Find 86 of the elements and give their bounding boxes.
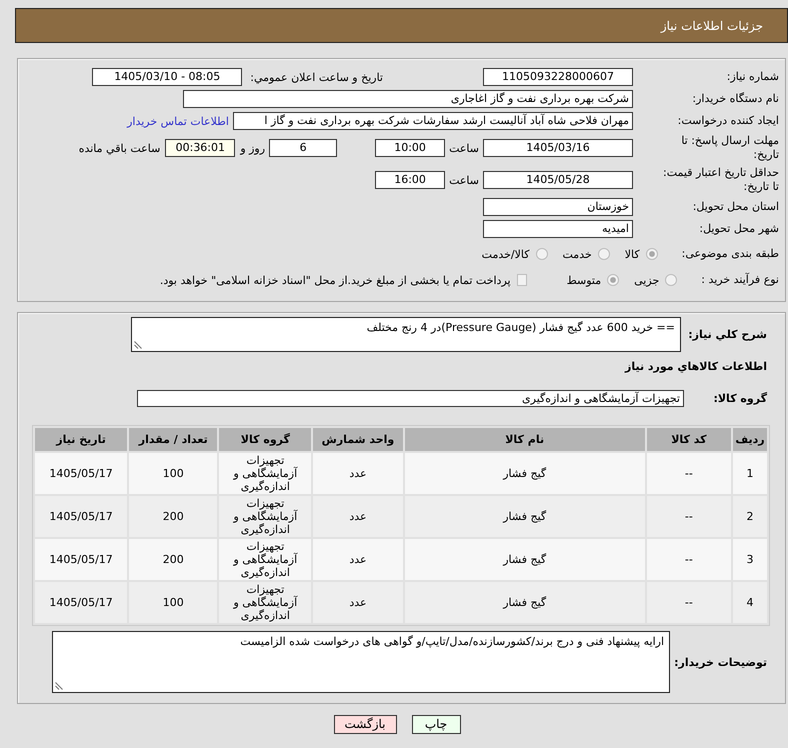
text-field[interactable]: 1405/03/10 - 08:05	[92, 68, 242, 86]
table-cell: --	[646, 453, 731, 494]
text-field[interactable]: 00:36:01	[165, 139, 236, 157]
resize-grip-icon[interactable]	[55, 682, 63, 690]
field-label: طبقه بندی موضوعی:	[682, 247, 779, 261]
text-field[interactable]: 1405/05/28	[483, 171, 633, 189]
column-header: گروه کالا	[219, 428, 312, 451]
checkbox-label: پرداخت تمام یا بخشی از مبلغ خرید.از محل "اسناد خزانه اسلامی" خواهد بود.	[160, 274, 511, 286]
column-header: تعداد / مقدار	[129, 428, 218, 451]
table-cell: 1405/05/17	[35, 453, 128, 494]
table-cell: 1405/05/17	[35, 496, 128, 537]
text-field[interactable]: امیدیه	[483, 220, 633, 238]
table-cell: گیج فشار	[404, 539, 645, 580]
text-field[interactable]: 10:00	[375, 139, 446, 157]
radio-label: کالا/خدمت	[482, 248, 530, 260]
text-field[interactable]: 6	[269, 139, 338, 157]
field-label: مهلت ارسال پاسخ: تا تاریخ:	[680, 134, 779, 162]
field-label: شهر محل تحویل:	[698, 222, 779, 236]
field-label: نوع فرآیند خرید :	[701, 273, 779, 287]
resize-grip-icon[interactable]	[134, 341, 142, 349]
table-cell: 1405/05/17	[35, 539, 128, 580]
radio-button[interactable]	[598, 248, 610, 260]
table-cell: تجهیزات آزمایشگاهی و اندازه‌گیری	[219, 453, 312, 494]
table-cell: 200	[129, 496, 218, 537]
radio-button[interactable]	[646, 248, 658, 260]
text-field[interactable]: تجهیزات آزمایشگاهی و اندازه‌گیری	[137, 390, 684, 407]
notes-field[interactable]: ارایه پیشنهاد فنی و درج برند/کشورسازنده/مدل/تایپ/و گواهی های درخواست شده الزامیست	[52, 631, 670, 693]
field-label: شرح کلي نیاز:	[687, 328, 767, 341]
table-cell: --	[646, 582, 731, 623]
field-label: نام دستگاه خریدار:	[691, 92, 779, 106]
field-label: ایجاد کننده درخواست:	[676, 114, 779, 128]
table-cell: 100	[129, 582, 218, 623]
column-header: واحد شمارش	[313, 428, 403, 451]
page-title: جزئیات اطلاعات نیاز	[660, 18, 763, 32]
text-field[interactable]: خوزستان	[483, 198, 633, 216]
table-cell: --	[646, 539, 731, 580]
field-label: ساعت باقي مانده	[78, 142, 160, 154]
checkbox[interactable]	[516, 274, 527, 286]
table-cell: تجهیزات آزمایشگاهی و اندازه‌گیری	[219, 539, 312, 580]
field-label: روز و	[240, 142, 266, 154]
column-header: کد کالا	[646, 428, 731, 451]
radio-button[interactable]	[607, 274, 620, 286]
table-cell: عدد	[313, 582, 403, 623]
radio-label: کالا	[624, 248, 640, 260]
text-field[interactable]: مهران فلاحی شاه آباد آنالیست ارشد سفارشات شرکت بهره برداری نفت و گاز ا	[233, 112, 633, 130]
field-label: حداقل تاریخ اعتبار قیمت: تا تاریخ:	[663, 166, 779, 194]
field-label: گروه کالا:	[712, 392, 767, 405]
table-cell: 1	[732, 453, 767, 494]
table-cell: گیج فشار	[404, 582, 645, 623]
contact-link[interactable]: اطلاعات تماس خریدار	[127, 114, 229, 128]
radio-button[interactable]	[665, 274, 678, 286]
radio-label: متوسط	[566, 274, 602, 286]
field-label: شماره نیاز:	[726, 70, 779, 84]
field-label: تاریخ و ساعت اعلان عمومي:	[250, 70, 383, 84]
table-cell: 3	[732, 539, 767, 580]
table-cell: عدد	[313, 453, 403, 494]
text-field[interactable]: 16:00	[375, 171, 446, 189]
print-button[interactable]: چاپ	[412, 715, 460, 734]
table-cell: گیج فشار	[404, 496, 645, 537]
column-header: نام کالا	[404, 428, 645, 451]
table-cell: تجهیزات آزمایشگاهی و اندازه‌گیری	[219, 582, 312, 623]
table-cell: 2	[732, 496, 767, 537]
table-cell: 1405/05/17	[35, 582, 128, 623]
radio-label: جزیی	[634, 274, 660, 286]
text-field[interactable]: شرکت بهره برداری نفت و گاز اغاجاری	[183, 90, 633, 108]
table-cell: 200	[129, 539, 218, 580]
table-cell: 100	[129, 453, 218, 494]
description-field[interactable]: == خرید 600 عدد گیج فشار (Pressure Gauge)در 4 رنج مختلف	[131, 317, 681, 352]
table-cell: عدد	[313, 496, 403, 537]
text-field[interactable]: 1405/03/16	[483, 139, 633, 157]
column-header: ردیف	[732, 428, 767, 451]
table-cell: گیج فشار	[404, 453, 645, 494]
table-cell: تجهیزات آزمایشگاهی و اندازه‌گیری	[219, 496, 312, 537]
table-cell: عدد	[313, 539, 403, 580]
back-button[interactable]: بازگشت	[334, 715, 396, 734]
field-label: ساعت	[449, 142, 479, 154]
table-cell: 4	[732, 582, 767, 623]
field-label: استان محل تحویل:	[692, 200, 779, 214]
field-label: ساعت	[449, 174, 479, 186]
radio-button[interactable]	[536, 248, 548, 260]
section-title: اطلاعات کالاهاي مورد نیاز	[625, 360, 767, 373]
field-label: توضیحات خریدار:	[673, 656, 767, 668]
column-header: تاریخ نیاز	[35, 428, 128, 451]
radio-label: خدمت	[562, 248, 592, 260]
table-cell: --	[646, 496, 731, 537]
text-field[interactable]: 1105093228000607	[483, 68, 633, 86]
